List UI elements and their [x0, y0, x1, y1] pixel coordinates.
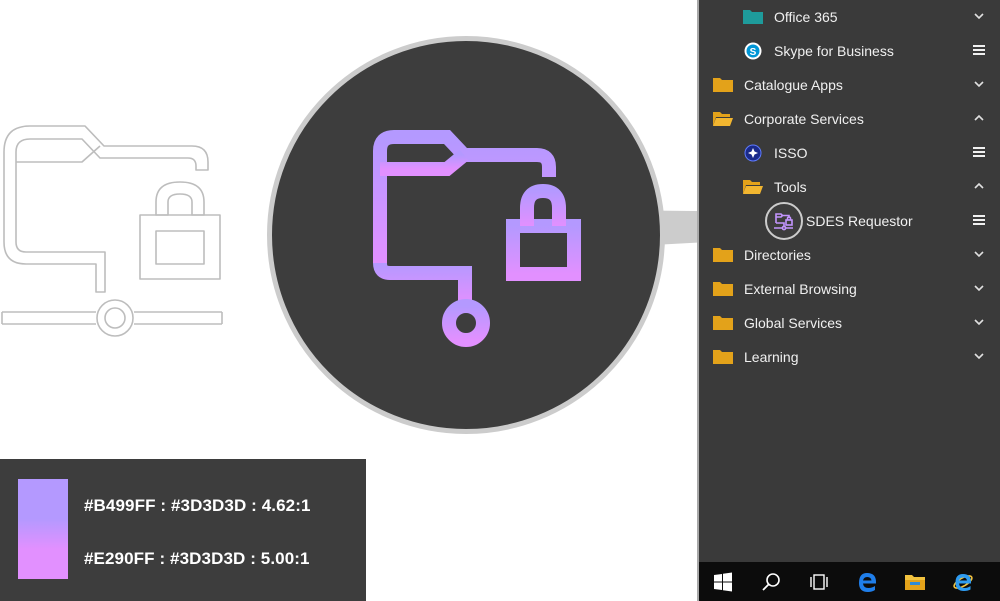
- folder-icon: [713, 282, 733, 296]
- windows-taskbar: [699, 562, 1000, 601]
- menu-item-label: Catalogue Apps: [744, 77, 843, 93]
- menu-item-office-365[interactable]: Office 365: [699, 0, 1000, 34]
- edge-browser-button[interactable]: [843, 562, 891, 601]
- folder-open-icon: [713, 112, 733, 126]
- folder-teal-icon: [743, 10, 763, 24]
- start-menu-panel: Office 365 S Skype for Business Catalogu…: [697, 0, 1000, 601]
- windows-start-icon: [714, 572, 732, 592]
- internet-explorer-icon: [953, 574, 973, 591]
- menu-item-label: Directories: [744, 247, 811, 263]
- menu-item-label: Corporate Services: [744, 111, 864, 127]
- file-explorer-button[interactable]: [891, 562, 939, 601]
- folder-icon: [713, 248, 733, 262]
- menu-item-label: SDES Requestor: [806, 213, 913, 229]
- menu-item-corporate-services[interactable]: Corporate Services: [699, 102, 1000, 136]
- hamburger-menu-icon[interactable]: [972, 42, 986, 58]
- menu-item-label: Tools: [774, 179, 807, 195]
- contrast-ratio-line-1: #B499FF : #3D3D3D : 4.62:1: [84, 496, 311, 515]
- menu-item-learning[interactable]: Learning: [699, 340, 1000, 374]
- chevron-down-icon[interactable]: [972, 280, 986, 296]
- menu-item-label: Skype for Business: [774, 43, 894, 59]
- edge-browser-icon: [859, 573, 876, 592]
- menu-item-label: ISSO: [774, 145, 808, 161]
- hamburger-menu-icon[interactable]: [972, 212, 986, 228]
- task-view-button[interactable]: [795, 562, 843, 601]
- chevron-down-icon[interactable]: [972, 246, 986, 262]
- chevron-down-icon[interactable]: [972, 348, 986, 364]
- menu-item-label: External Browsing: [744, 281, 857, 297]
- folder-icon: [713, 316, 733, 330]
- internet-explorer-button[interactable]: [939, 562, 987, 601]
- chevron-up-icon[interactable]: [972, 110, 986, 126]
- skype-icon: S: [744, 42, 762, 60]
- menu-item-global-services[interactable]: Global Services: [699, 306, 1000, 340]
- file-explorer-icon: [905, 575, 925, 590]
- secure-network-folder-icon: [774, 213, 793, 231]
- search-icon: [762, 573, 780, 591]
- hamburger-menu-icon[interactable]: [972, 144, 986, 160]
- svg-text:S: S: [750, 47, 757, 58]
- contrast-ratio-line-2: #E290FF : #3D3D3D : 5.00:1: [84, 549, 310, 568]
- folder-icon: [713, 78, 733, 92]
- menu-item-tools[interactable]: Tools: [699, 170, 1000, 204]
- menu-item-isso[interactable]: ISSO: [699, 136, 1000, 170]
- chevron-up-icon[interactable]: [972, 178, 986, 194]
- menu-item-catalogue-apps[interactable]: Catalogue Apps: [699, 68, 1000, 102]
- folder-icon: [713, 350, 733, 364]
- menu-item-label: Learning: [744, 349, 799, 365]
- secure-network-folder-icon: [362, 130, 581, 347]
- menu-item-label: Global Services: [744, 315, 843, 331]
- secure-network-folder-outline-icon: [1, 125, 223, 337]
- chevron-down-icon[interactable]: [972, 314, 986, 330]
- screenshot-canvas: #B499FF : #3D3D3D : 4.62:1 #E290FF : #3D…: [0, 0, 1000, 601]
- menu-item-external-browsing[interactable]: External Browsing: [699, 272, 1000, 306]
- menu-item-label: Office 365: [774, 9, 838, 25]
- isso-icon: [744, 144, 762, 162]
- folder-open-icon: [743, 180, 763, 194]
- contrast-ratio-panel: #B499FF : #3D3D3D : 4.62:1 #E290FF : #3D…: [0, 459, 366, 601]
- task-view-icon: [810, 574, 828, 590]
- magnified-icon-preview: [267, 36, 665, 434]
- highlighted-icon-ring: [765, 202, 803, 240]
- menu-item-sdes-requestor[interactable]: SDES Requestor: [699, 204, 1000, 238]
- menu-item-skype-for-business[interactable]: S Skype for Business: [699, 34, 1000, 68]
- start-button[interactable]: [699, 562, 747, 601]
- search-button[interactable]: [747, 562, 795, 601]
- menu-item-directories[interactable]: Directories: [699, 238, 1000, 272]
- color-gradient-swatch: [18, 479, 68, 579]
- chevron-down-icon[interactable]: [972, 76, 986, 92]
- chevron-down-icon[interactable]: [972, 8, 986, 24]
